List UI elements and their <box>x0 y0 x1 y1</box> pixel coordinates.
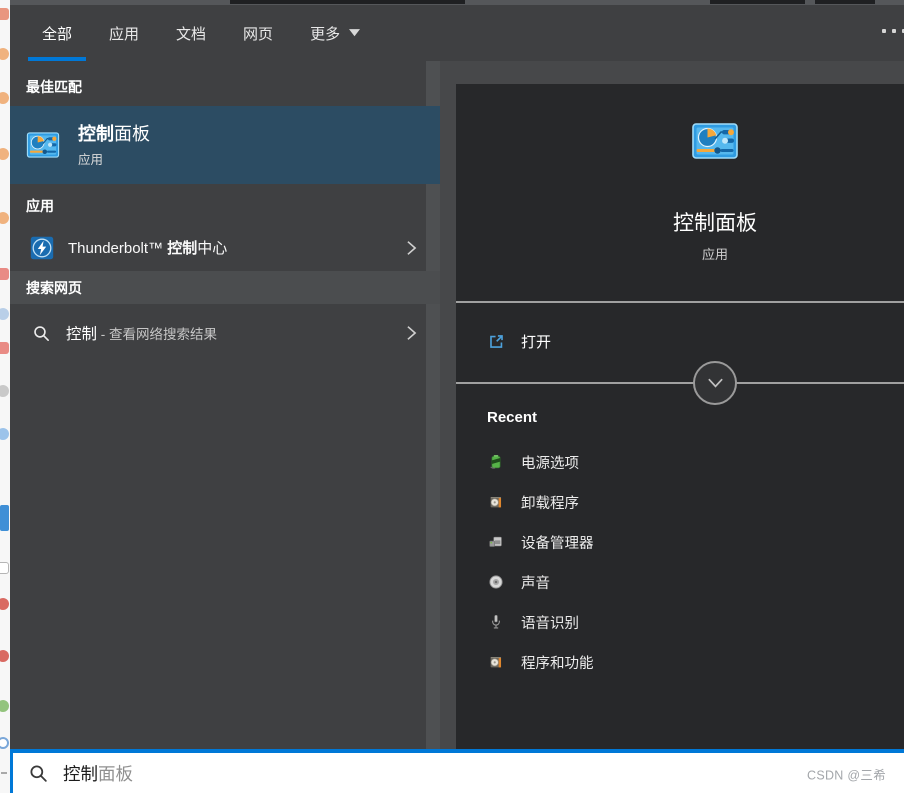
recent-header: Recent <box>487 409 538 426</box>
sound-icon <box>487 573 505 591</box>
microphone-icon <box>487 613 505 631</box>
background-page-icon <box>0 562 9 574</box>
expand-actions-button[interactable] <box>693 361 737 405</box>
search-input[interactable]: 控制面板 CSDN @三希 <box>10 749 904 793</box>
recent-item-label: 卸载程序 <box>521 495 579 512</box>
recent-item-label: 电源选项 <box>521 455 579 472</box>
search-icon <box>28 763 49 784</box>
recent-item-uninstall-program[interactable]: 卸载程序 <box>456 482 904 522</box>
tab-apps[interactable]: 应用 <box>95 5 153 61</box>
best-match-subtitle: 应用 <box>78 153 104 167</box>
background-page-icon <box>0 598 9 610</box>
apps-section-header: 应用 <box>26 198 54 214</box>
windows-search-screen: 全部 应用 文档 网页 更多 最佳匹配 控制面板 应用 应用 Thunderbo… <box>0 0 904 793</box>
best-match-text: 控制面板 应用 <box>78 122 150 168</box>
control-panel-icon <box>691 117 739 165</box>
app-result-text: Thunderbolt™ 控制中心 <box>68 237 227 258</box>
web-search-section: 搜索网页 <box>10 271 440 304</box>
recent-item-label: 设备管理器 <box>521 535 594 552</box>
best-match-header: 最佳匹配 <box>26 79 82 95</box>
search-flyout: 全部 应用 文档 网页 更多 最佳匹配 控制面板 应用 应用 Thunderbo… <box>10 0 904 749</box>
recent-item-label: 语音识别 <box>521 615 579 632</box>
background-page-icon <box>0 308 9 320</box>
background-page-icon <box>0 385 9 397</box>
device-manager-icon <box>487 533 505 551</box>
background-page-icon <box>1 772 7 774</box>
app-result-match: 控制 <box>167 240 198 257</box>
recent-item-device-manager[interactable]: 设备管理器 <box>456 522 904 562</box>
recent-item-speech-recognition[interactable]: 语音识别 <box>456 602 904 642</box>
search-text: 控制面板 <box>63 761 133 786</box>
web-result-hint: - 查看网络搜索结果 <box>97 327 218 342</box>
best-match-title: 控制面板 <box>78 122 150 146</box>
web-search-result[interactable]: 控制 - 查看网络搜索结果 <box>10 304 440 362</box>
more-options-icon[interactable] <box>882 29 904 33</box>
background-page-icon <box>0 737 9 749</box>
background-page-icon <box>0 268 9 280</box>
search-icon <box>32 324 51 343</box>
background-page-icon <box>0 428 9 440</box>
recent-item-programs-features[interactable]: 程序和功能 <box>456 642 904 682</box>
open-external-icon <box>487 332 506 351</box>
app-result-prefix: Thunderbolt™ <box>68 240 168 257</box>
tab-all-label: 全部 <box>42 25 73 43</box>
tab-documents-label: 文档 <box>176 25 207 43</box>
background-page-icon <box>0 505 9 531</box>
background-page-icon <box>0 48 9 60</box>
background-window-edge-block <box>710 0 805 4</box>
tab-apps-label: 应用 <box>109 25 140 43</box>
background-page-icon <box>0 8 9 20</box>
recent-item-label: 程序和功能 <box>521 655 594 672</box>
detail-app-title: 控制面板 <box>673 212 757 235</box>
chevron-right-icon[interactable] <box>405 239 418 257</box>
chevron-right-icon[interactable] <box>405 324 418 342</box>
detail-pane: 控制面板 应用 打开 Recent 电源选项 卸载程序 设备管理器 声音 语音识… <box>456 84 904 749</box>
background-page-icon <box>0 212 9 224</box>
programs-features-icon <box>487 653 505 671</box>
search-typed-text: 控制 <box>63 763 98 784</box>
recent-item-label: 声音 <box>521 575 550 592</box>
background-page-strip <box>0 0 10 793</box>
open-action[interactable]: 打开 <box>456 320 904 362</box>
thunderbolt-icon <box>30 236 54 260</box>
divider <box>456 382 904 384</box>
control-panel-icon <box>26 128 60 162</box>
background-page-icon <box>0 650 9 662</box>
tab-documents[interactable]: 文档 <box>162 5 220 61</box>
search-suggestion-text: 面板 <box>98 763 133 784</box>
tab-web[interactable]: 网页 <box>229 5 287 61</box>
divider <box>456 301 904 303</box>
app-result-suffix: 中心 <box>197 240 228 257</box>
best-match-title-rest: 面板 <box>114 124 150 144</box>
battery-icon <box>487 453 505 471</box>
dropdown-arrow-icon <box>349 29 360 37</box>
tab-web-label: 网页 <box>243 25 274 43</box>
recent-list: 电源选项 卸载程序 设备管理器 声音 语音识别 程序和功能 <box>456 442 904 682</box>
app-result-thunderbolt[interactable]: Thunderbolt™ 控制中心 <box>10 224 440 271</box>
chevron-down-icon <box>706 377 725 389</box>
recent-item-power-options[interactable]: 电源选项 <box>456 442 904 482</box>
tab-more-label: 更多 <box>310 25 341 43</box>
open-action-label: 打开 <box>521 333 552 351</box>
uninstall-program-icon <box>487 493 505 511</box>
best-match-result[interactable]: 控制面板 应用 <box>10 106 440 184</box>
tab-more[interactable]: 更多 <box>296 5 374 61</box>
background-window-edge-block <box>230 0 465 4</box>
web-search-header: 搜索网页 <box>26 279 82 296</box>
tab-all[interactable]: 全部 <box>28 5 87 61</box>
detail-app-subtitle: 应用 <box>701 247 728 262</box>
web-result-text: 控制 - 查看网络搜索结果 <box>66 322 217 344</box>
search-results-pane: 最佳匹配 控制面板 应用 应用 Thunderbolt™ 控制中心 搜索网页 控… <box>10 61 440 749</box>
background-page-icon <box>0 700 9 712</box>
search-filter-tabs: 全部 应用 文档 网页 更多 <box>10 5 904 61</box>
recent-item-sound[interactable]: 声音 <box>456 562 904 602</box>
watermark: CSDN @三希 <box>807 768 886 783</box>
best-match-title-match: 控制 <box>78 124 114 144</box>
background-window-edge-block <box>815 0 875 4</box>
background-page-icon <box>0 342 9 354</box>
background-page-icon <box>0 92 9 104</box>
web-result-query: 控制 <box>66 326 98 343</box>
background-page-icon <box>0 148 9 160</box>
